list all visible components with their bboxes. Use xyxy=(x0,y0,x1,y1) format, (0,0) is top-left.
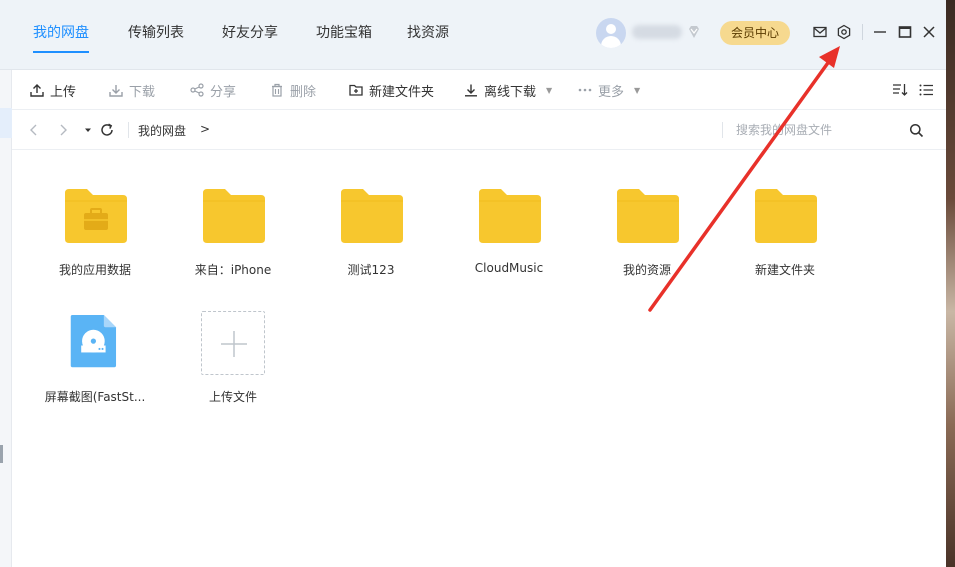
file-name: 来自：iPhone xyxy=(194,263,272,277)
back-arrow-icon[interactable] xyxy=(26,122,42,138)
search-divider xyxy=(722,122,723,138)
avatar[interactable] xyxy=(596,18,626,48)
forward-arrow-icon[interactable] xyxy=(55,122,71,138)
delete-label: 删除 xyxy=(290,84,317,100)
upload-file-label: 上传文件 xyxy=(208,390,257,404)
app-folder-icon xyxy=(65,189,127,243)
tab-toolbox[interactable]: 功能宝箱 xyxy=(316,22,372,42)
active-tab-indicator xyxy=(33,51,89,53)
left-sidebar-selected-item[interactable] xyxy=(0,108,12,138)
tab-friend-share[interactable]: 好友分享 xyxy=(222,22,278,42)
chevron-down-icon: ▼ xyxy=(546,85,553,95)
avatar-head xyxy=(606,24,616,34)
search-input[interactable] xyxy=(736,120,906,140)
share-button[interactable]: 分享 xyxy=(190,81,237,100)
file-item-app-data[interactable]: 我的应用数据 xyxy=(35,189,155,299)
file-item-new-folder[interactable]: 新建文件夹 xyxy=(725,189,845,299)
tab-my-disk[interactable]: 我的网盘 xyxy=(33,22,89,42)
new-folder-label: 新建文件夹 xyxy=(369,84,435,100)
share-label: 分享 xyxy=(210,84,237,100)
folder-icon xyxy=(479,189,541,243)
file-item-my-resources[interactable]: 我的资源 xyxy=(587,189,707,299)
folder-icon xyxy=(755,189,817,243)
new-folder-button[interactable]: 新建文件夹 xyxy=(349,81,435,100)
tab-transfer-list[interactable]: 传输列表 xyxy=(128,22,184,42)
upload-icon xyxy=(30,84,44,97)
member-center-button[interactable]: 会员中心 xyxy=(720,21,790,45)
folder-icon xyxy=(203,189,265,243)
list-view-icon[interactable] xyxy=(918,82,934,98)
file-name: CloudMusic xyxy=(474,261,544,275)
offline-download-button[interactable]: 离线下载 ▼ xyxy=(464,81,553,100)
search-icon[interactable] xyxy=(909,123,924,138)
title-bar: 我的网盘 传输列表 好友分享 功能宝箱 找资源 会员中心 xyxy=(0,0,946,70)
history-dropdown-icon[interactable] xyxy=(80,122,96,138)
share-icon xyxy=(190,83,204,97)
file-item-cloudmusic[interactable]: CloudMusic xyxy=(449,189,569,299)
more-button[interactable]: 更多 ▼ xyxy=(578,81,641,100)
download-label: 下载 xyxy=(129,84,156,100)
disc-image-file-icon xyxy=(70,315,117,368)
file-name: 我的资源 xyxy=(622,263,671,277)
file-name: 新建文件夹 xyxy=(754,263,815,277)
username-blurred[interactable] xyxy=(632,25,682,39)
mail-icon[interactable] xyxy=(812,24,828,40)
more-label: 更多 xyxy=(598,84,625,100)
navigation-bar: 我的网盘 > xyxy=(12,110,946,150)
netdisk-window: 我的网盘 传输列表 好友分享 功能宝箱 找资源 会员中心 上传 下载 分享 删除… xyxy=(0,0,946,567)
file-name: 测试123 xyxy=(347,263,395,277)
file-name: 屏幕截图(FastSt... xyxy=(44,390,146,404)
download-button[interactable]: 下载 xyxy=(109,81,156,100)
settings-gear-icon[interactable] xyxy=(836,24,852,40)
close-icon[interactable] xyxy=(921,24,937,40)
file-name: 我的应用数据 xyxy=(58,263,131,277)
vip-diamond-icon xyxy=(689,26,699,38)
new-folder-icon xyxy=(349,84,363,96)
file-item-from-iphone[interactable]: 来自：iPhone xyxy=(173,189,293,299)
more-dots-icon xyxy=(578,88,592,92)
file-toolbar: 上传 下载 分享 删除 新建文件夹 离线下载 ▼ 更多 ▼ xyxy=(12,70,946,110)
left-sidebar-marker xyxy=(0,445,3,463)
delete-button[interactable]: 删除 xyxy=(270,81,317,100)
offline-download-icon xyxy=(465,84,477,97)
maximize-icon[interactable] xyxy=(897,24,913,40)
folder-icon xyxy=(617,189,679,243)
file-item-screenshot-image[interactable]: 屏幕截图(FastSt... xyxy=(35,312,155,422)
titlebar-divider xyxy=(862,24,863,40)
upload-label: 上传 xyxy=(50,84,77,100)
download-icon xyxy=(109,85,123,97)
sort-icon[interactable] xyxy=(892,82,908,98)
breadcrumb-my-disk[interactable]: 我的网盘 xyxy=(138,122,186,139)
breadcrumb-separator: > xyxy=(200,122,211,136)
folder-icon xyxy=(341,189,403,243)
left-sidebar-collapsed xyxy=(0,70,12,567)
minimize-icon[interactable] xyxy=(872,24,888,40)
file-item-test123[interactable]: 测试123 xyxy=(311,189,431,299)
upload-button[interactable]: 上传 xyxy=(30,81,77,100)
desktop-background xyxy=(946,0,955,567)
offline-download-label: 离线下载 xyxy=(484,84,537,100)
plus-icon xyxy=(221,331,247,357)
upload-file-tile[interactable] xyxy=(201,311,265,375)
tab-find-resources[interactable]: 找资源 xyxy=(407,22,449,42)
refresh-icon[interactable] xyxy=(99,122,115,138)
nav-divider xyxy=(128,122,129,138)
chevron-down-icon: ▼ xyxy=(634,85,641,95)
avatar-body xyxy=(601,36,621,48)
trash-icon xyxy=(272,83,282,97)
